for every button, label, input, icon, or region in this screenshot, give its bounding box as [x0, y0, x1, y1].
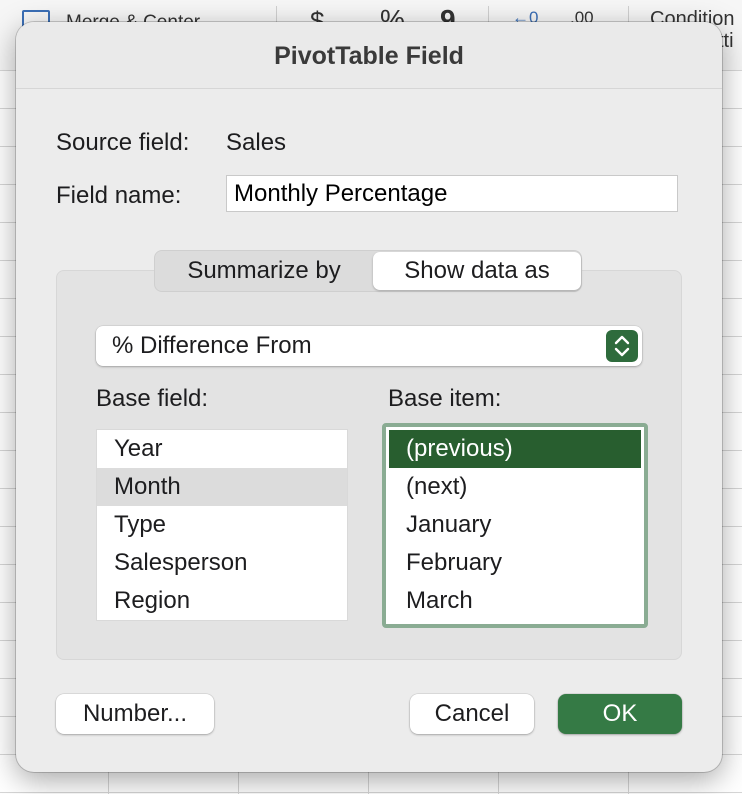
base-item-label: Base item: [388, 385, 502, 412]
list-item[interactable]: (next) [389, 468, 641, 506]
tab-group: Summarize by Show data as [154, 250, 582, 292]
list-item[interactable]: March [389, 582, 641, 620]
chevron-up-down-icon[interactable] [606, 330, 638, 362]
show-data-as-value: % Difference From [112, 332, 312, 359]
number-format-button[interactable]: Number... [56, 694, 214, 734]
tab-summarize-by[interactable]: Summarize by [155, 251, 373, 291]
list-item[interactable]: January [389, 506, 641, 544]
tab-show-data-as[interactable]: Show data as [373, 252, 581, 290]
source-field-value: Sales [226, 129, 287, 156]
list-item[interactable]: Region [97, 582, 347, 620]
source-field-label: Source field: [56, 129, 190, 156]
list-item[interactable]: Month [97, 468, 347, 506]
list-item[interactable]: Year [97, 430, 347, 468]
list-item[interactable]: February [389, 544, 641, 582]
base-field-label: Base field: [96, 385, 209, 412]
base-field-list[interactable]: Year Month Type Salesperson Region [96, 429, 348, 621]
pivottable-field-dialog: PivotTable Field Source field: Sales Fie… [16, 22, 722, 772]
base-item-list[interactable]: (previous) (next) January February March [389, 430, 641, 621]
field-name-input[interactable] [226, 175, 678, 212]
field-name-label: Field name: [56, 182, 182, 209]
list-item[interactable]: (previous) [389, 430, 641, 468]
cancel-button[interactable]: Cancel [410, 694, 534, 734]
base-item-focus-ring: (previous) (next) January February March [382, 423, 648, 628]
dialog-title: PivotTable Field [16, 22, 722, 89]
list-item[interactable]: Salesperson [97, 544, 347, 582]
ok-button[interactable]: OK [558, 694, 682, 734]
show-data-as-select[interactable]: % Difference From [96, 326, 642, 366]
list-item[interactable]: Type [97, 506, 347, 544]
